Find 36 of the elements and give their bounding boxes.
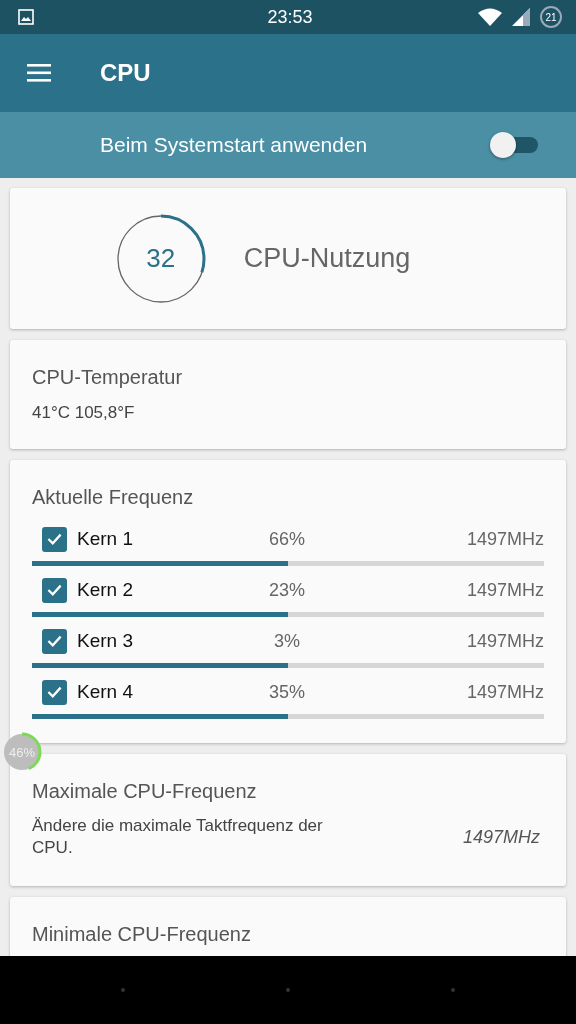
core-frequency: 1497MHz xyxy=(466,681,544,703)
boot-switch[interactable] xyxy=(490,131,538,159)
temperature-value: 41°C 105,8°F xyxy=(32,403,136,423)
core-frequency: 1497MHz xyxy=(466,579,544,601)
core-name: Kern 2 xyxy=(77,579,134,601)
card-title: Aktuelle Frequenz xyxy=(32,486,195,509)
battery-icon: 21 xyxy=(540,6,562,28)
image-icon xyxy=(18,9,34,25)
checkbox[interactable] xyxy=(42,628,67,654)
menu-button[interactable] xyxy=(26,64,52,82)
card-title: Minimale CPU-Frequenz xyxy=(32,923,252,946)
core-percent: 3% xyxy=(273,630,301,652)
usage-label: CPU-Nutzung xyxy=(243,243,411,274)
max-frequency-card[interactable]: Maximale CPU-Frequenz Ändere die maximale Taktfrequenz der CPU. 1497MHz xyxy=(10,754,566,886)
description: Ändere die maximale Taktfrequenz der CPU. xyxy=(32,815,324,860)
min-frequency-card[interactable]: Minimale CPU-Frequenz xyxy=(10,897,566,956)
checkbox[interactable] xyxy=(42,526,67,552)
core-percent: 66% xyxy=(268,528,306,550)
checkbox[interactable] xyxy=(42,577,67,603)
signal-icon xyxy=(512,8,530,26)
card-title: CPU-Temperatur xyxy=(32,366,184,389)
core-name: Kern 4 xyxy=(77,681,134,703)
status-time: 23:53 xyxy=(267,6,313,28)
toolbar-title: CPU xyxy=(100,59,151,87)
frequency-value: 1497MHz xyxy=(462,826,540,848)
core-name: Kern 3 xyxy=(77,630,134,652)
core-percent: 23% xyxy=(268,579,306,601)
core-frequency: 1497MHz xyxy=(466,528,544,550)
core-percent: 35% xyxy=(268,681,306,703)
checkbox[interactable] xyxy=(42,679,67,705)
card-title: Maximale CPU-Frequenz xyxy=(32,780,258,803)
core-name: Kern 1 xyxy=(77,528,134,550)
usage-value: 32 xyxy=(145,242,177,275)
boot-label: Beim Systemstart anwenden xyxy=(100,133,369,157)
wifi-icon xyxy=(478,8,502,26)
core-frequency: 1497MHz xyxy=(466,630,544,652)
